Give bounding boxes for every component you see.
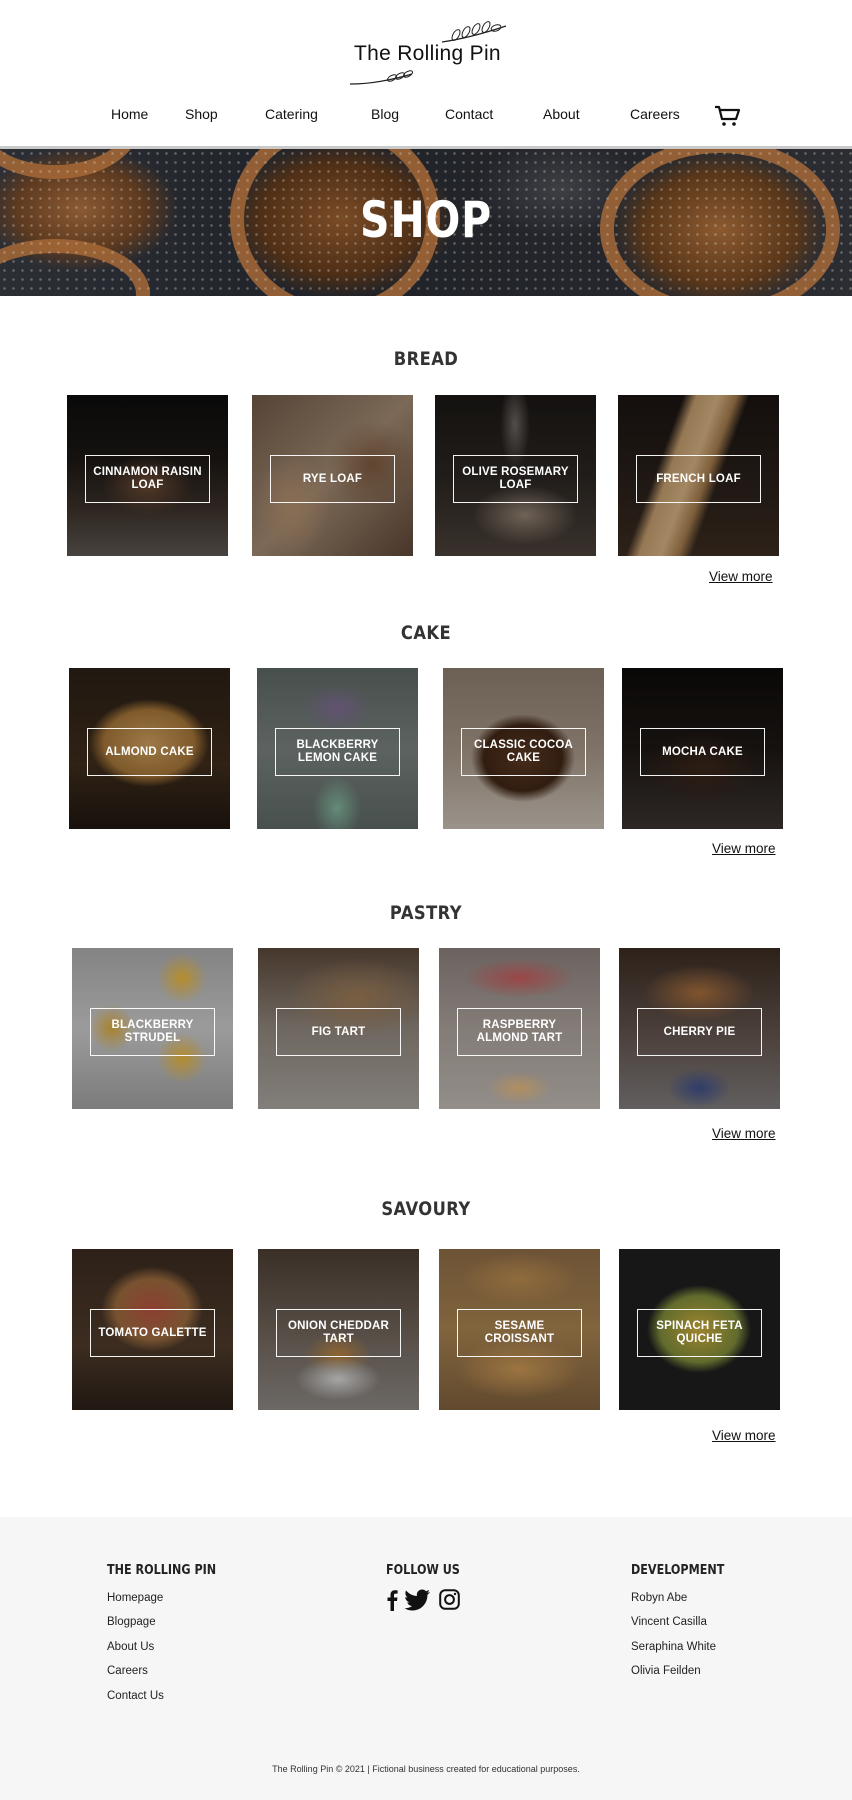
twitter-icon[interactable]	[405, 1589, 431, 1611]
product-label: TOMATO GALETTE	[98, 1326, 207, 1339]
product-card-raspberry-almond-tart[interactable]: RASPBERRY ALMOND TART	[439, 948, 600, 1109]
developer-name: Seraphina White	[631, 1641, 717, 1653]
product-label: FIG TART	[311, 1025, 366, 1038]
view-more-savoury-link[interactable]: View more	[712, 1428, 776, 1443]
product-label-frame: CINNAMON RAISIN LOAF	[85, 455, 210, 503]
product-label: ALMOND CAKE	[105, 745, 194, 758]
footer-title-rolling-pin: THE ROLLING PIN	[107, 1563, 217, 1578]
nav-shop[interactable]: Shop	[185, 106, 218, 122]
product-label-frame: BLACKBERRY STRUDEL	[90, 1008, 215, 1056]
footer-link-about-us[interactable]: About Us	[107, 1641, 154, 1653]
nav-about[interactable]: About	[543, 106, 580, 122]
product-card-rye-loaf[interactable]: RYE LOAF	[252, 395, 413, 556]
view-more-cake-link[interactable]: View more	[712, 841, 776, 856]
product-label: CINNAMON RAISIN LOAF	[93, 466, 202, 491]
product-card-french-loaf[interactable]: FRENCH LOAF	[618, 395, 779, 556]
section-title-cake: CAKE	[400, 622, 452, 644]
product-label-frame: ONION CHEDDAR TART	[276, 1309, 401, 1357]
product-label: RASPBERRY ALMOND TART	[476, 1019, 563, 1044]
cart-icon[interactable]	[714, 104, 742, 128]
nav-blog[interactable]: Blog	[371, 106, 399, 122]
product-label-frame: OLIVE ROSEMARY LOAF	[453, 455, 578, 503]
product-label-frame: CHERRY PIE	[637, 1008, 762, 1056]
product-label: MOCHA CAKE	[662, 745, 743, 758]
product-label-frame: MOCHA CAKE	[640, 728, 765, 776]
product-label-frame: RASPBERRY ALMOND TART	[457, 1008, 582, 1056]
wheat-sprig-bottom-icon	[349, 70, 414, 85]
product-card-blackberry-lemon-cake[interactable]: BLACKBERRY LEMON CAKE	[257, 668, 418, 829]
footer-link-homepage[interactable]: Homepage	[107, 1592, 163, 1604]
footer-link-careers[interactable]: Careers	[107, 1665, 148, 1677]
logo-text: The Rolling Pin	[354, 42, 501, 65]
product-label-frame: SPINACH FETA QUICHE	[637, 1309, 762, 1357]
developer-name: Robyn Abe	[631, 1592, 688, 1604]
product-card-mocha-cake[interactable]: MOCHA CAKE	[622, 668, 783, 829]
product-label: RYE LOAF	[302, 472, 363, 485]
hero-banner: SHOP	[0, 149, 852, 296]
product-label-frame: FIG TART	[276, 1008, 401, 1056]
product-label: SPINACH FETA QUICHE	[656, 1320, 743, 1345]
section-title-bread: BREAD	[393, 348, 459, 370]
nav-home[interactable]: Home	[111, 106, 148, 122]
footer-link-blogpage[interactable]: Blogpage	[107, 1616, 156, 1628]
product-label-frame: FRENCH LOAF	[636, 455, 761, 503]
product-card-cherry-pie[interactable]: CHERRY PIE	[619, 948, 780, 1109]
footer-title-follow-us: FOLLOW US	[386, 1563, 460, 1578]
logo[interactable]: The Rolling Pin	[340, 14, 520, 90]
product-label: FRENCH LOAF	[656, 472, 741, 485]
footer-title-development: DEVELOPMENT	[631, 1563, 725, 1578]
product-label-frame: BLACKBERRY LEMON CAKE	[275, 728, 400, 776]
view-more-bread-link[interactable]: View more	[709, 569, 773, 584]
product-label-frame: CLASSIC COCOA CAKE	[461, 728, 586, 776]
view-more-pastry-link[interactable]: View more	[712, 1126, 776, 1141]
nav-contact[interactable]: Contact	[445, 106, 493, 122]
product-label: CHERRY PIE	[663, 1025, 736, 1038]
product-card-onion-cheddar-tart[interactable]: ONION CHEDDAR TART	[258, 1249, 419, 1410]
product-label-frame: SESAME CROISSANT	[457, 1309, 582, 1357]
hero-title: SHOP	[359, 191, 493, 249]
product-label: OLIVE ROSEMARY LOAF	[462, 466, 569, 491]
product-label: BLACKBERRY STRUDEL	[111, 1019, 194, 1044]
product-card-sesame-croissant[interactable]: SESAME CROISSANT	[439, 1249, 600, 1410]
product-label: BLACKBERRY LEMON CAKE	[296, 739, 379, 764]
product-label: ONION CHEDDAR TART	[288, 1320, 389, 1345]
product-card-tomato-galette[interactable]: TOMATO GALETTE	[72, 1249, 233, 1410]
section-title-pastry: PASTRY	[389, 902, 463, 924]
nav-careers[interactable]: Careers	[630, 106, 680, 122]
section-title-savoury: SAVOURY	[381, 1198, 471, 1220]
product-label: SESAME CROISSANT	[484, 1320, 555, 1345]
copyright-text: The Rolling Pin © 2021 | Fictional busin…	[272, 1764, 580, 1774]
product-card-blackberry-strudel[interactable]: BLACKBERRY STRUDEL	[72, 948, 233, 1109]
site-header: The Rolling Pin Home Shop Catering Blog …	[0, 0, 852, 149]
nav-catering[interactable]: Catering	[265, 106, 318, 122]
product-label-frame: ALMOND CAKE	[87, 728, 212, 776]
product-label-frame: RYE LOAF	[270, 455, 395, 503]
product-card-olive-rosemary-loaf[interactable]: OLIVE ROSEMARY LOAF	[435, 395, 596, 556]
product-card-cinnamon-raisin-loaf[interactable]: CINNAMON RAISIN LOAF	[67, 395, 228, 556]
product-card-spinach-feta-quiche[interactable]: SPINACH FETA QUICHE	[619, 1249, 780, 1410]
facebook-icon[interactable]	[386, 1589, 398, 1611]
developer-name: Vincent Casilla	[631, 1616, 707, 1628]
product-card-almond-cake[interactable]: ALMOND CAKE	[69, 668, 230, 829]
product-label: CLASSIC COCOA CAKE	[473, 739, 574, 764]
footer-link-contact-us[interactable]: Contact Us	[107, 1690, 164, 1702]
product-card-classic-cocoa-cake[interactable]: CLASSIC COCOA CAKE	[443, 668, 604, 829]
product-label-frame: TOMATO GALETTE	[90, 1309, 215, 1357]
site-footer	[0, 1517, 852, 1800]
instagram-icon[interactable]	[439, 1589, 460, 1610]
product-card-fig-tart[interactable]: FIG TART	[258, 948, 419, 1109]
developer-name: Olivia Feilden	[631, 1665, 701, 1677]
